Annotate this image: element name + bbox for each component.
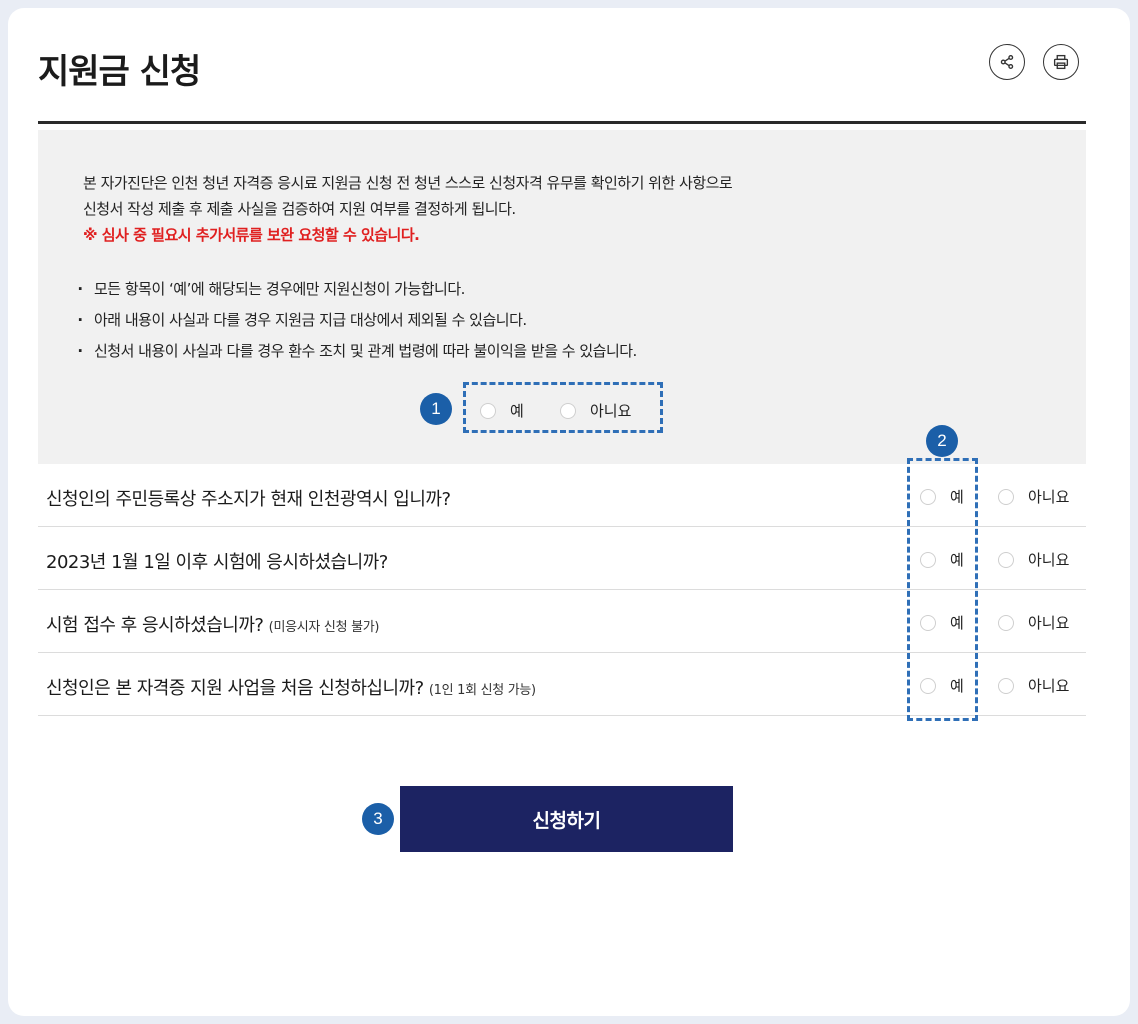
notice-bullets: 모든 항목이 ‘예’에 해당되는 경우에만 지원신청이 가능합니다. 아래 내용… <box>72 274 637 367</box>
q3-no-radio[interactable] <box>998 614 1014 631</box>
agree-yes-option[interactable]: 예 <box>480 400 524 421</box>
print-button[interactable] <box>1043 44 1079 80</box>
q4-no-option[interactable]: 아니요 <box>998 675 1069 696</box>
question-label: 신청인의 주민등록상 주소지가 현재 인천광역시 입니까? <box>46 489 451 510</box>
question-text: 신청인은 본 자격증 지원 사업을 처음 신청하십니까? (1인 1회 신청 가… <box>46 674 536 700</box>
q4-no-label: 아니요 <box>1028 677 1070 695</box>
page-title: 지원금 신청 <box>38 52 201 92</box>
annotation-badge-2: 2 <box>926 425 958 457</box>
q2-no-label: 아니요 <box>1028 551 1070 569</box>
q3-no-option[interactable]: 아니요 <box>998 612 1069 633</box>
q2-no-radio[interactable] <box>998 551 1014 568</box>
annotation-badge-3: 3 <box>362 803 394 835</box>
notice-bullet: 모든 항목이 ‘예’에 해당되는 경우에만 지원신청이 가능합니다. <box>72 274 637 305</box>
question-text: 신청인의 주민등록상 주소지가 현재 인천광역시 입니까? <box>46 485 451 511</box>
q1-no-radio[interactable] <box>998 488 1014 505</box>
share-icon <box>1000 55 1014 69</box>
notice-intro-line2: 신청서 작성 제출 후 제출 사실을 검증하여 지원 여부를 결정하게 됩니다. <box>83 200 516 218</box>
question-text: 시험 접수 후 응시하셨습니까? (미응시자 신청 불가) <box>46 611 379 637</box>
q1-no-option[interactable]: 아니요 <box>998 486 1069 507</box>
notice-bullet: 신청서 내용이 사실과 다를 경우 환수 조치 및 관계 법령에 따라 불이익을… <box>72 336 637 367</box>
agree-no-label: 아니요 <box>590 402 632 420</box>
notice-bullet: 아래 내용이 사실과 다를 경우 지원금 지급 대상에서 제외될 수 있습니다. <box>72 305 637 336</box>
agree-yes-radio[interactable] <box>480 402 496 419</box>
agree-no-radio[interactable] <box>560 402 576 419</box>
page-header: 지원금 신청 <box>38 0 1086 124</box>
question-label: 시험 접수 후 응시하셨습니까? <box>46 615 264 636</box>
agree-yes-label: 예 <box>510 402 524 420</box>
notice-warning: ※ 심사 중 필요시 추가서류를 보완 요청할 수 있습니다. <box>83 226 420 244</box>
q4-no-radio[interactable] <box>998 677 1014 694</box>
notice-intro: 본 자가진단은 인천 청년 자격증 응시료 지원금 신청 전 청년 스스로 신청… <box>83 170 733 248</box>
question-note: (미응시자 신청 불가) <box>268 620 380 635</box>
agree-no-option[interactable]: 아니요 <box>560 400 631 421</box>
question-label: 2023년 1월 1일 이후 시험에 응시하셨습니까? <box>46 552 388 573</box>
annotation-box-2 <box>907 458 978 721</box>
annotation-badge-1: 1 <box>420 393 452 425</box>
q1-no-label: 아니요 <box>1028 488 1070 506</box>
q3-no-label: 아니요 <box>1028 614 1070 632</box>
question-note: (1인 1회 신청 가능) <box>428 683 536 698</box>
question-label: 신청인은 본 자격증 지원 사업을 처음 신청하십니까? <box>46 678 424 699</box>
question-text: 2023년 1월 1일 이후 시험에 응시하셨습니까? <box>46 548 388 574</box>
print-icon <box>1053 54 1069 70</box>
notice-intro-line1: 본 자가진단은 인천 청년 자격증 응시료 지원금 신청 전 청년 스스로 신청… <box>83 174 733 192</box>
q2-no-option[interactable]: 아니요 <box>998 549 1069 570</box>
apply-button[interactable]: 신청하기 <box>400 786 733 852</box>
share-button[interactable] <box>989 44 1025 80</box>
